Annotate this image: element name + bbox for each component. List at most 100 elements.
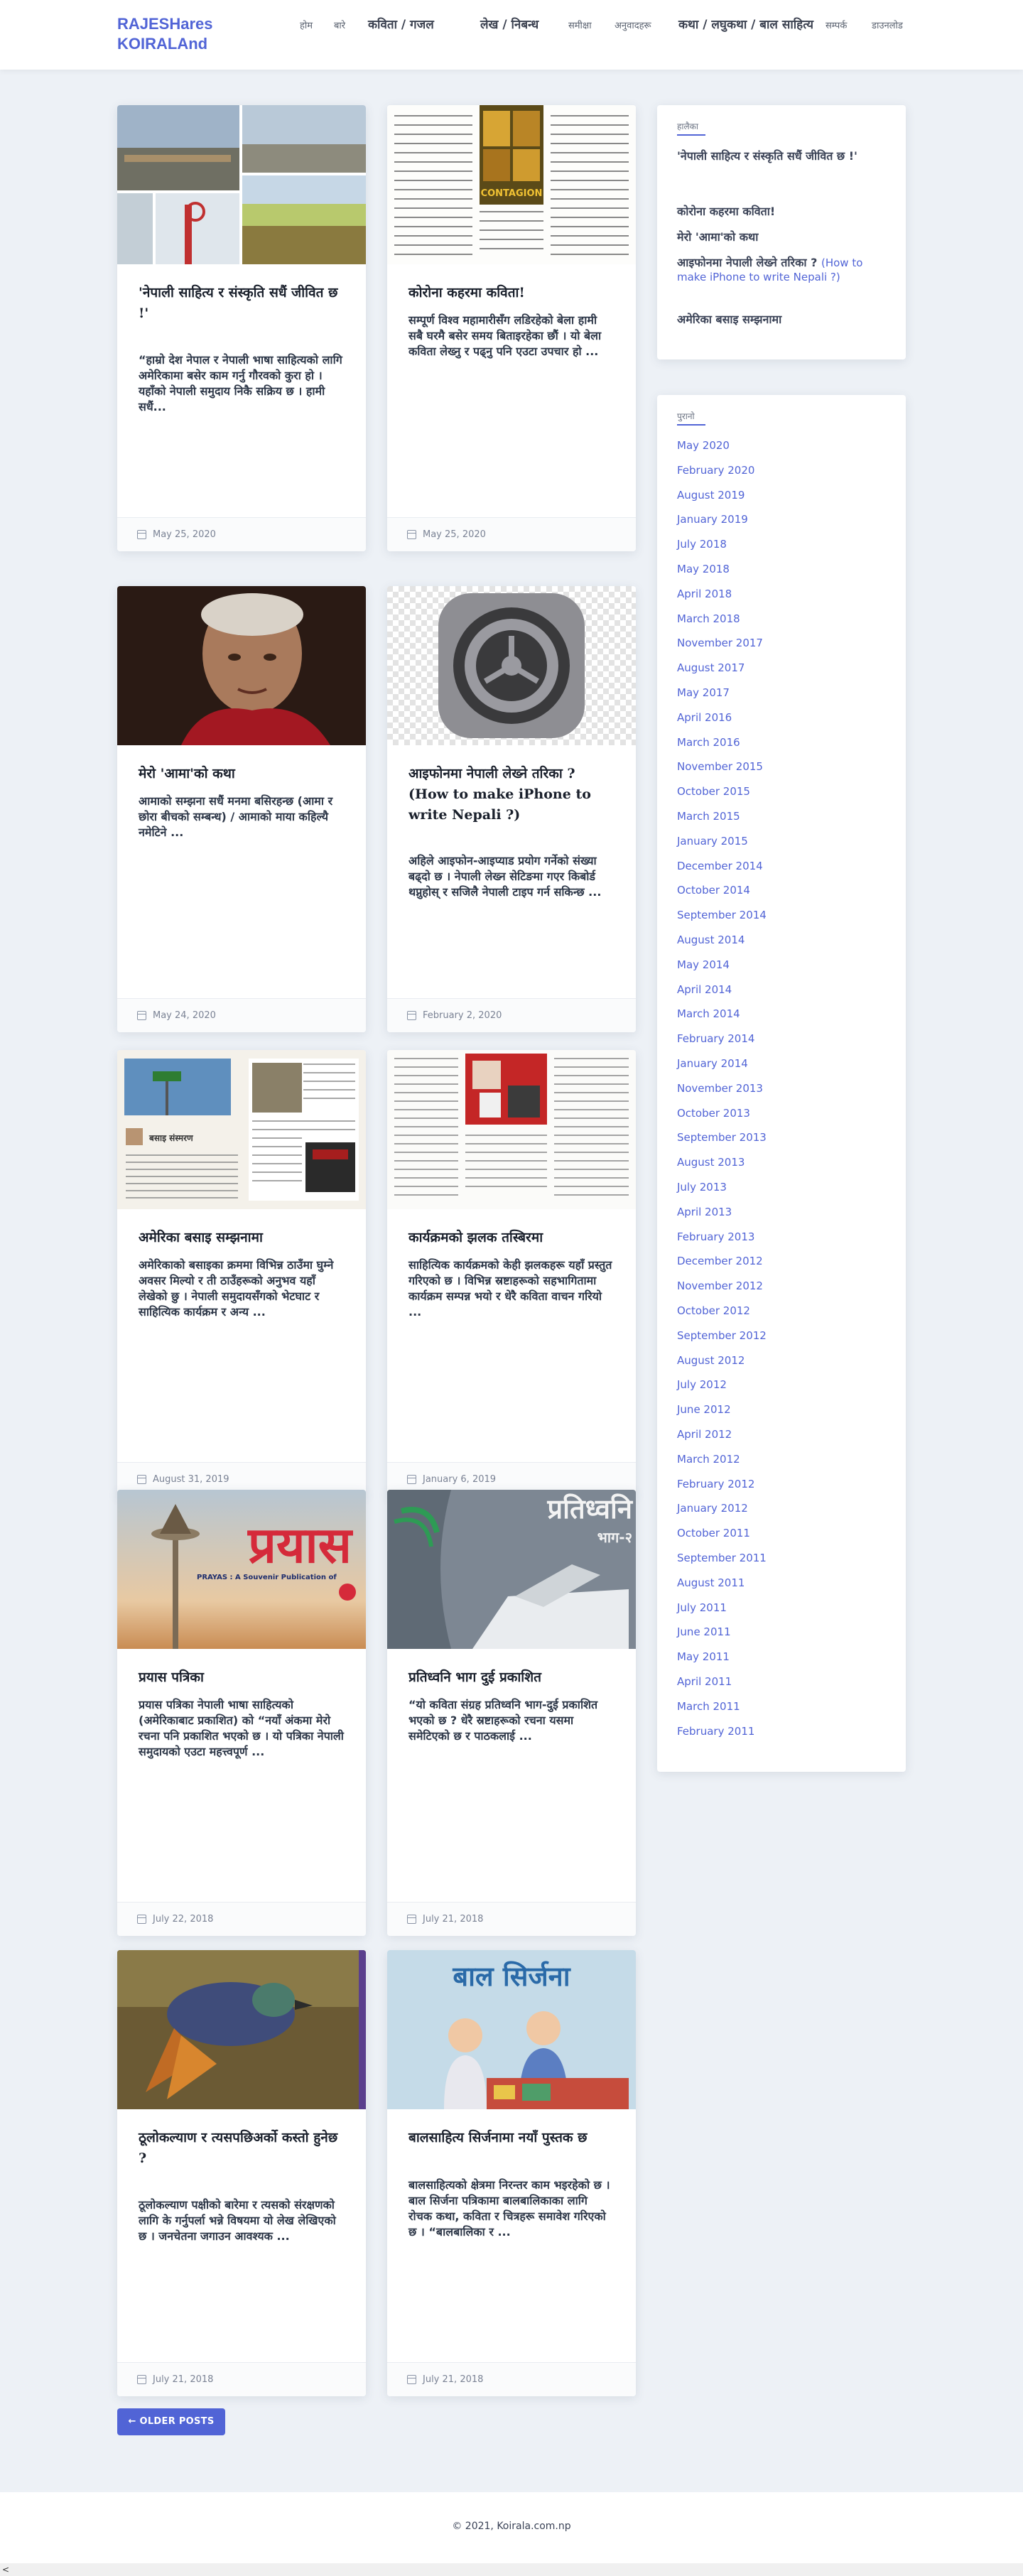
archive-link[interactable]: April 2013 bbox=[677, 1206, 732, 1219]
archive-link[interactable]: October 2014 bbox=[677, 884, 750, 897]
archive-link[interactable]: September 2011 bbox=[677, 1552, 767, 1565]
archive-link[interactable]: February 2011 bbox=[677, 1725, 754, 1738]
magazine-spread-image: बसाइ संस्मरण bbox=[117, 1050, 366, 1209]
post-title[interactable]: 'नेपाली साहित्य र संस्कृति सधैं जीवित छ … bbox=[139, 283, 345, 324]
post-title[interactable]: प्रतिध्वनि भाग दुई प्रकाशित bbox=[408, 1667, 615, 1688]
older-posts-button[interactable]: ← OLDER POSTS bbox=[117, 2408, 225, 2435]
archive-link[interactable]: August 2012 bbox=[677, 1354, 745, 1368]
post-thumbnail[interactable]: CONTAGION bbox=[387, 105, 636, 264]
archive-link[interactable]: March 2016 bbox=[677, 736, 740, 749]
nav-item-poems[interactable]: कविता / गजल bbox=[368, 17, 453, 33]
archive-link[interactable]: May 2018 bbox=[677, 563, 730, 576]
post-title[interactable]: बालसाहित्य सिर्जनामा नयाँ पुस्तक छ bbox=[408, 2128, 615, 2148]
archive-link[interactable]: March 2012 bbox=[677, 1453, 740, 1466]
archive-link[interactable]: February 2014 bbox=[677, 1032, 754, 1046]
newspaper-clipping-image: CONTAGION bbox=[387, 105, 636, 264]
archive-link[interactable]: January 2012 bbox=[677, 1502, 748, 1515]
site-logo[interactable]: RAJESHares KOIRALAnd bbox=[117, 14, 259, 54]
archive-link[interactable]: August 2019 bbox=[677, 489, 745, 502]
archive-link[interactable]: April 2018 bbox=[677, 588, 732, 601]
post-title[interactable]: मेरो 'आमा'को कथा bbox=[139, 764, 345, 784]
post-date: July 21, 2018 bbox=[153, 2374, 214, 2385]
post-title[interactable]: कोरोना कहरमा कविता! bbox=[408, 283, 615, 303]
nav-item-download[interactable]: डाउनलोड bbox=[872, 20, 903, 33]
archive-link[interactable]: July 2013 bbox=[677, 1181, 727, 1194]
post-thumbnail[interactable]: बसाइ संस्मरण bbox=[117, 1050, 366, 1209]
post-thumbnail[interactable] bbox=[117, 1950, 366, 2109]
post-card: CONTAGION कोरोना कहरमा कविता! सम्पूर्ण व… bbox=[387, 105, 636, 551]
archive-link[interactable]: October 2012 bbox=[677, 1304, 750, 1318]
archive-link[interactable]: September 2012 bbox=[677, 1329, 767, 1343]
archive-link[interactable]: August 2017 bbox=[677, 661, 745, 675]
nav-item-contact[interactable]: सम्पर्क bbox=[826, 20, 847, 33]
post-title[interactable]: कार्यक्रमको झलक तस्बिरमा bbox=[408, 1228, 615, 1248]
archive-link[interactable]: April 2012 bbox=[677, 1428, 732, 1441]
archive-link[interactable]: April 2016 bbox=[677, 711, 732, 725]
archive-link[interactable]: December 2012 bbox=[677, 1255, 763, 1268]
archive-link[interactable]: July 2011 bbox=[677, 1601, 727, 1615]
archive-link[interactable]: March 2018 bbox=[677, 612, 740, 626]
archive-link[interactable]: May 2011 bbox=[677, 1650, 730, 1664]
archive-link[interactable]: February 2012 bbox=[677, 1478, 754, 1491]
recent-post-link[interactable]: कोरोना कहरमा कविता! bbox=[677, 205, 887, 219]
archive-link[interactable]: April 2014 bbox=[677, 983, 732, 997]
archive-link[interactable]: October 2015 bbox=[677, 785, 750, 799]
archive-link[interactable]: February 2013 bbox=[677, 1230, 754, 1244]
post-thumbnail[interactable] bbox=[387, 586, 636, 745]
post-thumbnail[interactable] bbox=[117, 586, 366, 745]
post-excerpt: बालसाहित्यको क्षेत्रमा निरन्तर काम भइरहे… bbox=[408, 2178, 610, 2239]
nav-item-translations[interactable]: अनुवादहरू bbox=[615, 20, 651, 33]
post-title[interactable]: आइफोनमा नेपाली लेख्ने तरिका ? (How to ma… bbox=[408, 764, 615, 826]
archive-link[interactable]: November 2012 bbox=[677, 1279, 763, 1293]
nav-item-stories[interactable]: कथा / लघुकथा / बाल साहित्य bbox=[678, 17, 817, 33]
nav-item-about[interactable]: बारे bbox=[334, 20, 345, 33]
recent-post-link[interactable]: अमेरिका बसाइ सम्झनामा bbox=[677, 313, 887, 327]
cover-subtitle: PRAYAS : A Souvenir Publication of bbox=[197, 1574, 337, 1581]
archive-link[interactable]: January 2019 bbox=[677, 513, 748, 526]
nav-item-reviews[interactable]: समीक्षा bbox=[568, 20, 592, 33]
widget-title-underline bbox=[677, 134, 705, 136]
archive-link[interactable]: July 2018 bbox=[677, 538, 727, 551]
post-title[interactable]: प्रयास पत्रिका bbox=[139, 1667, 345, 1688]
post-thumbnail[interactable] bbox=[387, 1050, 636, 1209]
archive-link[interactable]: October 2013 bbox=[677, 1107, 750, 1120]
archive-link[interactable]: January 2015 bbox=[677, 835, 748, 848]
archive-link[interactable]: February 2020 bbox=[677, 464, 754, 477]
archive-link[interactable]: August 2013 bbox=[677, 1156, 745, 1169]
archive-link[interactable]: April 2011 bbox=[677, 1675, 732, 1689]
archive-link[interactable]: May 2020 bbox=[677, 439, 730, 453]
nav-item-home[interactable]: होम bbox=[300, 20, 313, 33]
archive-link[interactable]: November 2015 bbox=[677, 760, 763, 774]
post-date: July 22, 2018 bbox=[153, 1914, 214, 1925]
recent-post-link[interactable]: आइफोनमा नेपाली लेख्ने तरिका ? (How to ma… bbox=[677, 256, 887, 284]
nav-item-essays[interactable]: लेख / निबन्ध bbox=[480, 17, 551, 33]
archive-link[interactable]: March 2014 bbox=[677, 1007, 740, 1021]
archive-link[interactable]: November 2017 bbox=[677, 637, 763, 650]
archive-link[interactable]: March 2015 bbox=[677, 810, 740, 823]
archive-link[interactable]: November 2013 bbox=[677, 1082, 763, 1095]
scroll-left-arrow[interactable]: < bbox=[0, 2563, 1023, 2576]
post-thumbnail[interactable]: प्रतिध्वनि भाग-२ bbox=[387, 1490, 636, 1649]
archive-link[interactable]: March 2011 bbox=[677, 1700, 740, 1714]
archive-link[interactable]: June 2012 bbox=[677, 1403, 731, 1417]
post-thumbnail[interactable]: प्रयास PRAYAS : A Souvenir Publication o… bbox=[117, 1490, 366, 1649]
archive-link[interactable]: September 2013 bbox=[677, 1131, 767, 1144]
archive-link[interactable]: June 2011 bbox=[677, 1625, 731, 1639]
post-thumbnail[interactable]: बाल सिर्जना bbox=[387, 1950, 636, 2109]
recent-post-link[interactable]: मेरो 'आमा'को कथा bbox=[677, 230, 887, 244]
post-title[interactable]: ठूलोकल्याण र त्यसपछिअर्को कस्तो हुनेछ ? bbox=[139, 2128, 345, 2169]
archive-link[interactable]: August 2014 bbox=[677, 933, 745, 947]
archive-link[interactable]: October 2011 bbox=[677, 1527, 750, 1540]
archive-link[interactable]: January 2014 bbox=[677, 1057, 748, 1071]
post-date: August 31, 2019 bbox=[153, 1474, 229, 1485]
recent-post-link[interactable]: 'नेपाली साहित्य र संस्कृति सधैं जीवित छ … bbox=[677, 149, 887, 163]
post-thumbnail[interactable] bbox=[117, 105, 366, 264]
calendar-icon bbox=[137, 1011, 146, 1020]
archive-link[interactable]: May 2014 bbox=[677, 958, 730, 972]
archive-link[interactable]: July 2012 bbox=[677, 1378, 727, 1392]
archive-link[interactable]: May 2017 bbox=[677, 686, 730, 700]
archive-link[interactable]: August 2011 bbox=[677, 1576, 745, 1590]
archive-link[interactable]: September 2014 bbox=[677, 909, 767, 922]
post-title[interactable]: अमेरिका बसाइ सम्झनामा bbox=[139, 1228, 345, 1248]
archive-link[interactable]: December 2014 bbox=[677, 860, 763, 873]
